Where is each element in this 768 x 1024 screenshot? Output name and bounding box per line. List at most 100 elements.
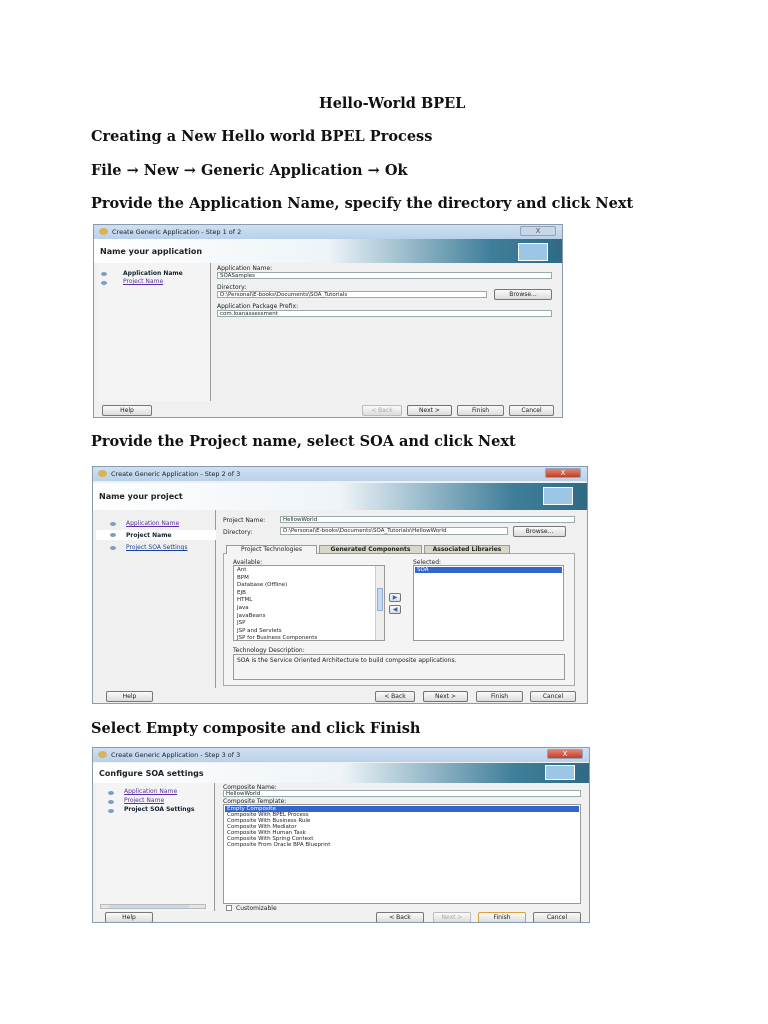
list-item[interactable]: JSP and Servlets [235,628,374,634]
tech-description: SOA is the Service Oriented Architecture… [233,654,565,680]
step-icon [108,791,114,795]
composite-name-input[interactable]: HellowWorld [223,790,581,797]
nav-project-name[interactable]: Project Name [124,797,164,804]
tab-project-technologies[interactable]: Project Technologies [226,545,317,554]
finish-button[interactable]: Finish [457,405,504,416]
wizard-graphic-icon [545,765,575,780]
selected-item[interactable]: SOA [415,567,562,573]
list-item[interactable]: Composite From Oracle BPA Blueprint [225,842,579,848]
dialog-step3: Create Generic Application - Step 3 of 3… [92,747,590,923]
wizard-graphic-icon [518,243,548,261]
finish-button[interactable]: Finish [476,691,523,702]
directory-input[interactable]: D:\Personal\E-books\Documents\SOA_Tutori… [280,527,508,535]
menu-path: File → New → Generic Application → Ok [91,162,408,179]
help-button[interactable]: Help [102,405,152,416]
next-button[interactable]: Next > [433,912,471,922]
header-band: Name your project [93,483,587,510]
step-icon [108,809,114,813]
back-button[interactable]: < Back [375,691,415,702]
title-bar: Create Generic Application - Step 1 of 2… [94,225,562,239]
close-button[interactable]: X [520,226,556,236]
close-button[interactable]: X [547,749,583,759]
remove-arrow-button[interactable]: ◀ [389,605,401,614]
nav-application-name[interactable]: Application Name [124,788,177,795]
add-arrow-button[interactable]: ▶ [389,593,401,602]
tab-associated-libraries[interactable]: Associated Libraries [424,545,510,554]
scrollbar-thumb[interactable] [377,588,383,611]
cancel-button[interactable]: Cancel [530,691,576,702]
template-list[interactable]: Empty Composite Composite With BPEL Proce… [223,804,581,904]
wizard-graphic-icon [543,487,573,505]
project-name-label: Project Name: [223,517,266,524]
scrollbar-thumb[interactable] [109,905,189,908]
nav-project-name[interactable]: Project Name [126,532,172,539]
back-button[interactable]: < Back [362,405,402,416]
nav-application-name[interactable]: Application Name [123,270,183,277]
step-icon [110,546,116,550]
horizontal-scrollbar[interactable] [100,904,206,909]
list-item[interactable]: Database (Offline) [235,582,374,588]
wizard-nav: Application Name Project Name Project SO… [96,783,215,911]
step-icon [101,272,107,276]
browse-button[interactable]: Browse... [494,289,552,300]
browse-button[interactable]: Browse... [513,526,566,537]
next-button[interactable]: Next > [407,405,452,416]
help-button[interactable]: Help [105,912,153,922]
wizard-nav: Application Name Project Name Project SO… [96,510,216,688]
cancel-button[interactable]: Cancel [509,405,554,416]
nav-project-soa-settings[interactable]: Project SOA Settings [124,806,194,813]
app-name-label: Application Name: [217,265,273,272]
dialog-title: Create Generic Application - Step 3 of 3 [111,751,241,759]
header-title: Name your application [100,246,203,256]
dialog-title: Create Generic Application - Step 1 of 2 [112,228,242,236]
list-item[interactable]: Ant [235,567,374,573]
dialog-step1: Create Generic Application - Step 1 of 2… [93,224,563,418]
tab-generated-components[interactable]: Generated Components [319,545,422,554]
step1-instruction: Provide the Application Name, specify th… [91,195,634,212]
header-title: Name your project [99,492,183,501]
list-item[interactable]: BPM [235,575,374,581]
step-icon [110,522,116,526]
nav-project-name[interactable]: Project Name [123,278,163,285]
step3-instruction: Select Empty composite and click Finish [91,720,421,737]
list-item[interactable]: EJB [235,590,374,596]
scrollbar[interactable] [375,566,384,640]
header-title: Configure SOA settings [99,768,204,778]
close-button[interactable]: X [545,468,581,478]
header-band: Name your application [94,239,562,263]
directory-label: Directory: [217,284,247,291]
nav-application-name[interactable]: Application Name [126,520,179,527]
finish-button[interactable]: Finish [478,912,526,922]
prefix-input[interactable]: com.loanassessment [217,310,552,317]
step2-instruction: Provide the Project name, select SOA and… [91,433,516,450]
selected-list[interactable]: SOA [413,565,564,641]
project-name-input[interactable]: HellowWorld [280,516,575,523]
customizable-checkbox[interactable] [226,905,232,911]
dialog-step2: Create Generic Application - Step 2 of 3… [92,466,588,704]
next-button[interactable]: Next > [423,691,468,702]
help-button[interactable]: Help [106,691,153,702]
app-icon [99,228,108,235]
doc-title: Hello-World BPEL [319,95,466,112]
list-item[interactable]: JSP for Business Components [235,635,374,641]
step-icon [101,281,107,285]
app-icon [98,751,107,758]
list-item[interactable]: Java [235,605,374,611]
header-band: Configure SOA settings [93,763,589,783]
tech-desc-label: Technology Description: [233,647,305,654]
list-item[interactable]: JSP [235,620,374,626]
wizard-nav: Application Name Project Name [97,263,211,401]
dialog-title: Create Generic Application - Step 2 of 3 [111,470,241,478]
step-icon [108,800,114,804]
title-bar: Create Generic Application - Step 3 of 3… [93,748,589,762]
available-list[interactable]: Ant BPM Database (Offline) EJB HTML Java JavaB… [233,565,385,641]
nav-project-soa-settings[interactable]: Project SOA Settings [126,544,187,551]
app-name-input[interactable]: SOASamples [217,272,552,279]
back-button[interactable]: < Back [376,912,424,922]
directory-label: Directory: [223,529,253,536]
list-item[interactable]: JavaBeans [235,613,374,619]
app-icon [98,470,107,477]
directory-input[interactable]: D:\Personal\E-books\Documents\SOA_Tutori… [217,291,487,298]
list-item[interactable]: HTML [235,597,374,603]
cancel-button[interactable]: Cancel [533,912,581,922]
